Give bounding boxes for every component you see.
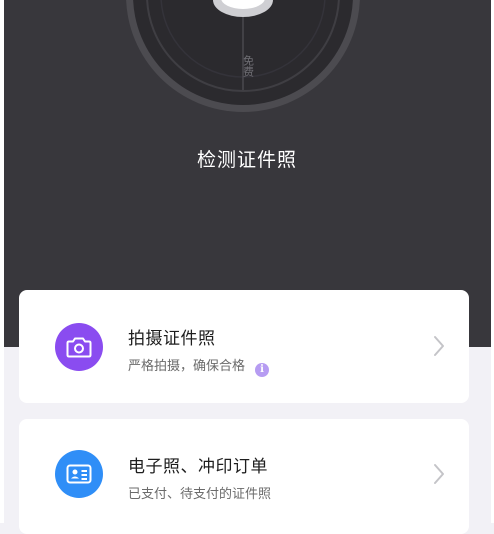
hero-title: 检测证件照 bbox=[196, 149, 297, 171]
card-subtitle: 严格拍摄，确保合格 i bbox=[128, 355, 270, 377]
camera-dial-illustration: 免费 bbox=[126, 0, 360, 112]
id-card-icon bbox=[55, 450, 103, 498]
chevron-right-icon bbox=[434, 464, 444, 484]
camera-icon bbox=[55, 323, 103, 371]
dial-label: 免费 bbox=[242, 54, 255, 78]
card-title: 电子照、冲印订单 bbox=[128, 457, 268, 477]
card-title: 拍摄证件照 bbox=[128, 329, 216, 349]
take-id-photo-card[interactable]: 拍摄证件照 严格拍摄，确保合格 i bbox=[19, 290, 469, 403]
left-edge bbox=[0, 0, 4, 523]
card-subtitle: 已支付、待支付的证件照 bbox=[128, 487, 272, 502]
card-subtitle-text: 严格拍摄，确保合格 bbox=[128, 359, 246, 374]
orders-card[interactable]: 电子照、冲印订单 已支付、待支付的证件照 bbox=[19, 419, 469, 534]
info-icon[interactable]: i bbox=[255, 362, 270, 377]
chevron-right-icon bbox=[434, 336, 444, 356]
